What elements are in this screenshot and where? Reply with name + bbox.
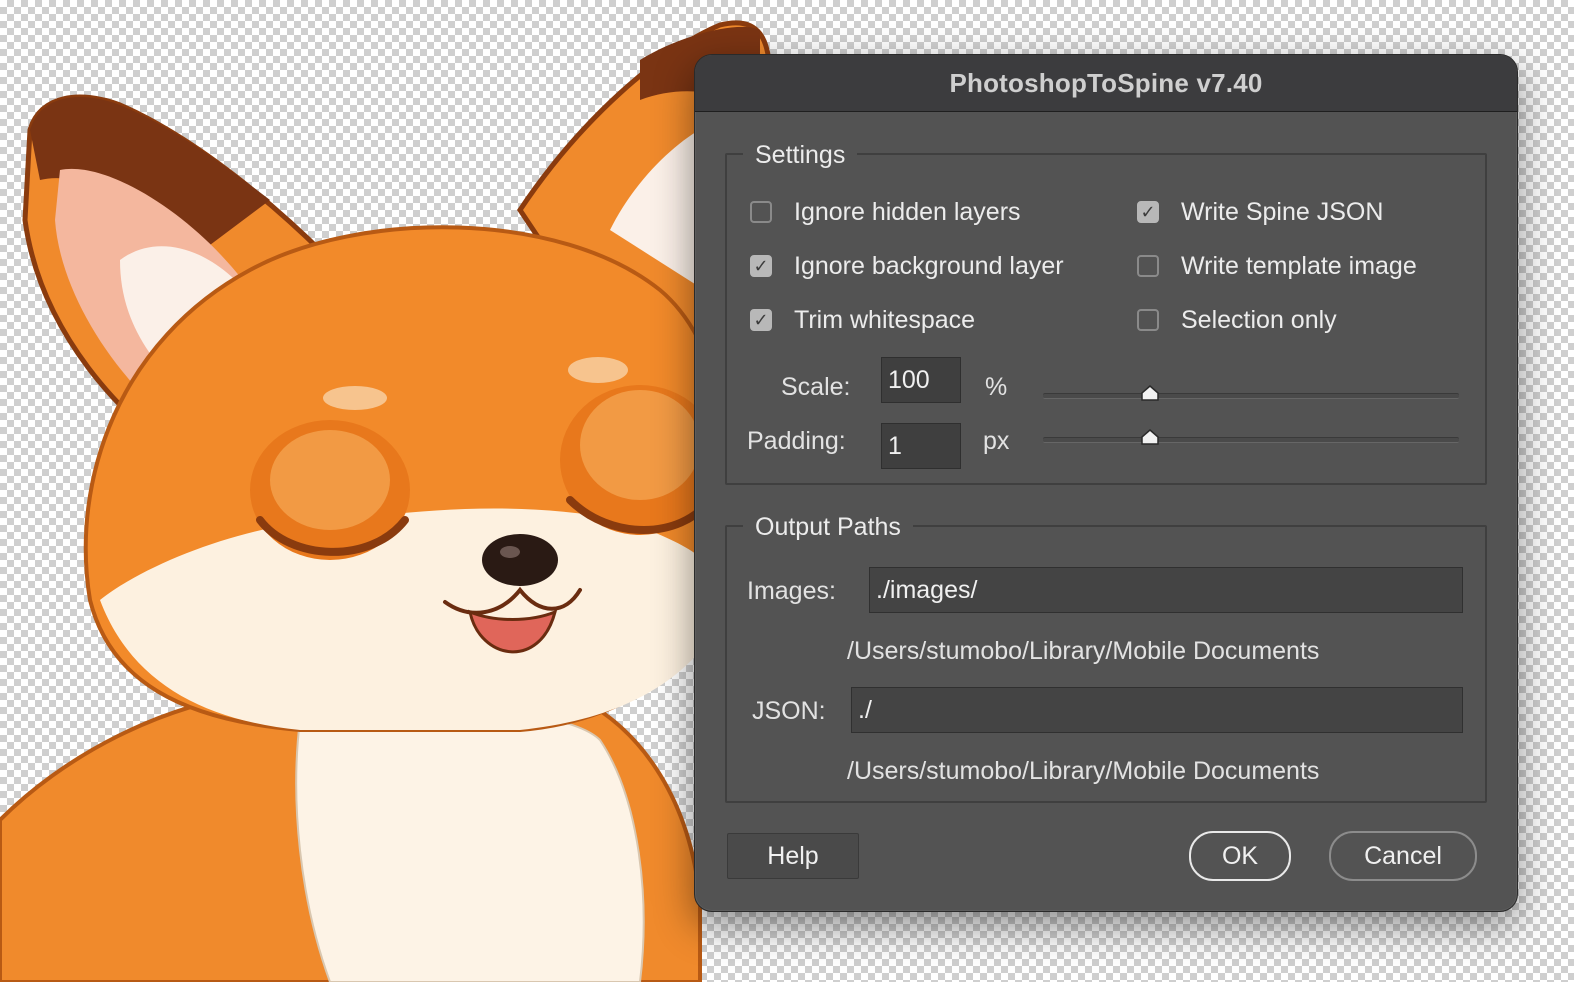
output-paths-group-label: Output Paths bbox=[743, 513, 913, 542]
ignore-hidden-layers-checkbox[interactable]: ✓ bbox=[750, 201, 772, 223]
write-spine-json-label: Write Spine JSON bbox=[1181, 197, 1384, 226]
images-resolved-path: /Users/stumobo/Library/Mobile Documents bbox=[847, 637, 1320, 665]
ignore-background-layer-label: Ignore background layer bbox=[794, 251, 1064, 280]
padding-slider-thumb[interactable] bbox=[1141, 429, 1159, 445]
ignore-hidden-layers-label: Ignore hidden layers bbox=[794, 197, 1021, 226]
selection-only-option[interactable]: ✓ Selection only bbox=[1137, 305, 1337, 335]
padding-slider-track bbox=[1043, 437, 1459, 443]
write-template-image-label: Write template image bbox=[1181, 251, 1417, 280]
padding-slider[interactable] bbox=[1043, 429, 1459, 449]
write-template-image-option[interactable]: ✓ Write template image bbox=[1137, 251, 1417, 281]
json-label: JSON: bbox=[752, 697, 826, 725]
scale-input[interactable] bbox=[881, 357, 961, 403]
selection-only-label: Selection only bbox=[1181, 305, 1337, 334]
checkmark-icon: ✓ bbox=[753, 310, 769, 330]
json-resolved-path: /Users/stumobo/Library/Mobile Documents bbox=[847, 757, 1320, 785]
images-label: Images: bbox=[747, 577, 836, 605]
images-path-input[interactable] bbox=[869, 567, 1463, 613]
settings-group-label: Settings bbox=[743, 141, 858, 170]
trim-whitespace-checkbox[interactable]: ✓ bbox=[750, 309, 772, 331]
ignore-hidden-layers-option[interactable]: ✓ Ignore hidden layers bbox=[750, 197, 1021, 227]
write-spine-json-option[interactable]: ✓ Write Spine JSON bbox=[1137, 197, 1383, 227]
scale-slider-thumb[interactable] bbox=[1141, 385, 1159, 401]
checkmark-icon: ✓ bbox=[753, 256, 769, 276]
ignore-background-layer-option[interactable]: ✓ Ignore background layer bbox=[750, 251, 1064, 281]
scale-label: Scale: bbox=[781, 373, 851, 401]
help-button[interactable]: Help bbox=[727, 833, 859, 879]
trim-whitespace-label: Trim whitespace bbox=[794, 305, 976, 334]
dialog-title: PhotoshopToSpine v7.40 bbox=[949, 67, 1263, 98]
scale-slider-track bbox=[1043, 393, 1459, 399]
selection-only-checkbox[interactable]: ✓ bbox=[1137, 309, 1159, 331]
json-path-input[interactable] bbox=[851, 687, 1463, 733]
padding-unit: px bbox=[983, 427, 1010, 455]
cancel-button[interactable]: Cancel bbox=[1329, 831, 1477, 881]
scale-unit: % bbox=[985, 373, 1008, 401]
write-spine-json-checkbox[interactable]: ✓ bbox=[1137, 201, 1159, 223]
write-template-image-checkbox[interactable]: ✓ bbox=[1137, 255, 1159, 277]
ignore-background-layer-checkbox[interactable]: ✓ bbox=[750, 255, 772, 277]
dialog-titlebar[interactable]: PhotoshopToSpine v7.40 bbox=[695, 55, 1517, 112]
scale-slider[interactable] bbox=[1043, 385, 1459, 405]
document-canvas: PhotoshopToSpine v7.40 Settings ✓ Ignore… bbox=[0, 0, 1574, 982]
padding-input[interactable] bbox=[881, 423, 961, 469]
ok-button[interactable]: OK bbox=[1189, 831, 1291, 881]
photoshop-to-spine-dialog: PhotoshopToSpine v7.40 Settings ✓ Ignore… bbox=[694, 54, 1518, 912]
trim-whitespace-option[interactable]: ✓ Trim whitespace bbox=[750, 305, 975, 335]
padding-label: Padding: bbox=[747, 427, 846, 455]
checkmark-icon: ✓ bbox=[1140, 202, 1156, 222]
